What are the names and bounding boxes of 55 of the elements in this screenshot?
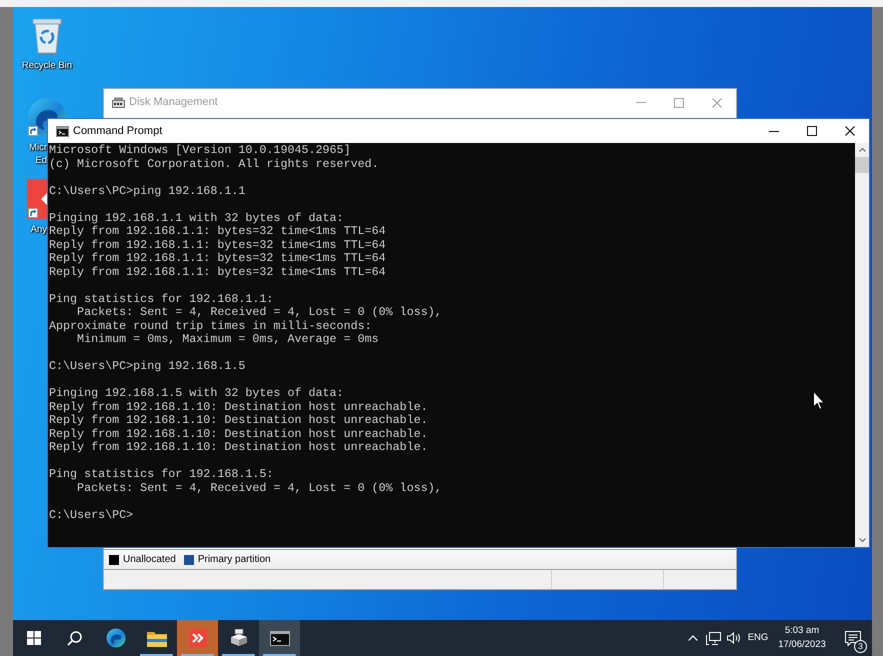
- console-line: Pinging 192.168.1.5 with 32 bytes of data:: [49, 387, 345, 400]
- console-line: Ping statistics for 192.168.1.5:: [49, 468, 274, 482]
- console-line: C:\Users\PC>: [49, 508, 134, 522]
- console-line: C:\Users\PC>ping 192.168.1.1: [49, 184, 246, 198]
- console-line: Reply from 192.168.1.10: Destination host unreachable.: [49, 400, 429, 414]
- drive-icon: [112, 97, 125, 108]
- console-line: Reply from 192.168.1.1: bytes=32 time<1ms TTL=64: [49, 266, 387, 279]
- chevrons-logo-icon: [188, 629, 206, 647]
- scrollbar[interactable]: [855, 143, 869, 547]
- notification-icon: [844, 630, 860, 646]
- window-title: Command Prompt: [73, 124, 162, 139]
- console-line: Reply from 192.168.1.1: bytes=32 time<1ms TTL=64: [49, 252, 387, 266]
- minimize-icon: [769, 130, 779, 132]
- swirl-logo-icon: [106, 628, 126, 648]
- maximize-icon: [674, 98, 684, 108]
- console-line: Reply from 192.168.1.1: bytes=32 time<1ms TTL=64: [49, 225, 387, 238]
- clock-time[interactable]: 5:03 am: [784, 624, 820, 638]
- legend-label: Primary partition: [198, 553, 271, 567]
- console-line: Minimum = 0ms, Maximum = 0ms, Average = 0ms: [76, 333, 380, 346]
- notifications-button[interactable]: 3: [833, 620, 872, 656]
- console-line: Reply from 192.168.1.10: Destination host unreachable.: [49, 428, 429, 441]
- terminal-icon: [56, 126, 69, 136]
- search-icon: [67, 630, 82, 646]
- console-line: Packets: Sent = 4, Received = 4, Lost = 0 (0% loss),: [76, 482, 443, 495]
- console-line: Ping statistics for 192.168.1.1:: [49, 292, 274, 306]
- console-line: (c) Microsoft Corporation. All rights reserved.: [49, 158, 380, 171]
- console-line: C:\Users\PC>ping 192.168.1.5: [49, 360, 246, 374]
- close-icon: [712, 98, 722, 108]
- maximize-icon: [807, 126, 817, 136]
- console-line: Packets: Sent = 4, Received = 4, Lost = 0 (0% loss),: [76, 306, 443, 320]
- scrollbar-thumb[interactable]: [855, 157, 869, 173]
- monitor-icon: [706, 632, 720, 644]
- chevron-up-icon: [858, 148, 866, 152]
- taskbar-button[interactable]: [259, 620, 300, 656]
- console-line: Pinging 192.168.1.1 with 32 bytes of data:: [49, 212, 345, 225]
- folder-icon: [146, 630, 166, 646]
- start-icon: [26, 631, 40, 645]
- drive-icon: [228, 629, 248, 647]
- chevron-up-icon: [688, 635, 698, 641]
- clock-date[interactable]: 17/06/2023: [778, 638, 826, 652]
- console-line: Reply from 192.168.1.10: Destination host unreachable.: [49, 414, 429, 428]
- minimize-icon: [636, 102, 646, 103]
- chevron-down-icon: [858, 538, 866, 542]
- language-indicator[interactable]: ENG: [745, 620, 771, 656]
- mouse-pointer-icon: [813, 391, 825, 410]
- terminal-icon: [270, 630, 290, 646]
- close-icon: [845, 126, 855, 136]
- console-line: Reply from 192.168.1.10: Destination host unreachable.: [49, 441, 429, 454]
- notification-count: 3: [854, 640, 867, 653]
- console-line: Microsoft Windows [Version 10.0.19045.2965]: [49, 144, 352, 158]
- window-title: Disk Management: [129, 95, 218, 110]
- console-line: Approximate round trip times in milli-seconds:: [49, 320, 373, 333]
- legend-label: Unallocated: [123, 553, 176, 567]
- console-line: Reply from 192.168.1.1: bytes=32 time<1ms TTL=64: [49, 238, 387, 252]
- speaker-icon: [726, 632, 742, 644]
